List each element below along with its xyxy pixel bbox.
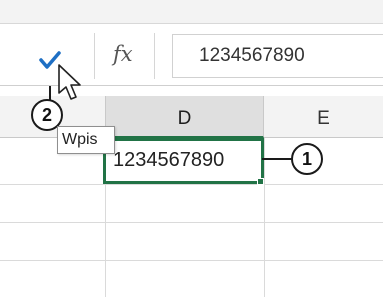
- tooltip: Wpis: [57, 126, 115, 154]
- callout-1: 1: [291, 143, 323, 175]
- formula-bar-divider: [154, 33, 155, 79]
- grid-column-line: [264, 138, 265, 297]
- column-header-e[interactable]: E: [264, 96, 383, 138]
- mouse-pointer-icon: [57, 63, 83, 103]
- column-header-d[interactable]: D: [105, 96, 264, 138]
- active-cell-d[interactable]: 1234567890: [103, 138, 264, 184]
- callout-2-label: 2: [41, 104, 52, 125]
- formula-input[interactable]: 1234567890: [172, 34, 383, 78]
- fill-handle[interactable]: [257, 178, 264, 185]
- grid-row-line: [0, 260, 383, 261]
- callout-connector: [262, 158, 293, 160]
- callout-1-label: 1: [301, 148, 312, 169]
- formula-value: 1234567890: [199, 45, 305, 66]
- grid-row-line: [0, 222, 383, 223]
- column-header-e-label: E: [317, 108, 330, 129]
- function-label: fx: [113, 42, 133, 66]
- tooltip-text: Wpis: [62, 131, 98, 148]
- column-header-d-label: D: [177, 108, 192, 129]
- formula-bar-divider: [94, 33, 95, 79]
- insert-function-button[interactable]: fx: [113, 42, 147, 74]
- active-cell-value: 1234567890: [113, 149, 225, 171]
- toolbar-strip: [0, 0, 383, 24]
- grid-row-line: [0, 184, 383, 185]
